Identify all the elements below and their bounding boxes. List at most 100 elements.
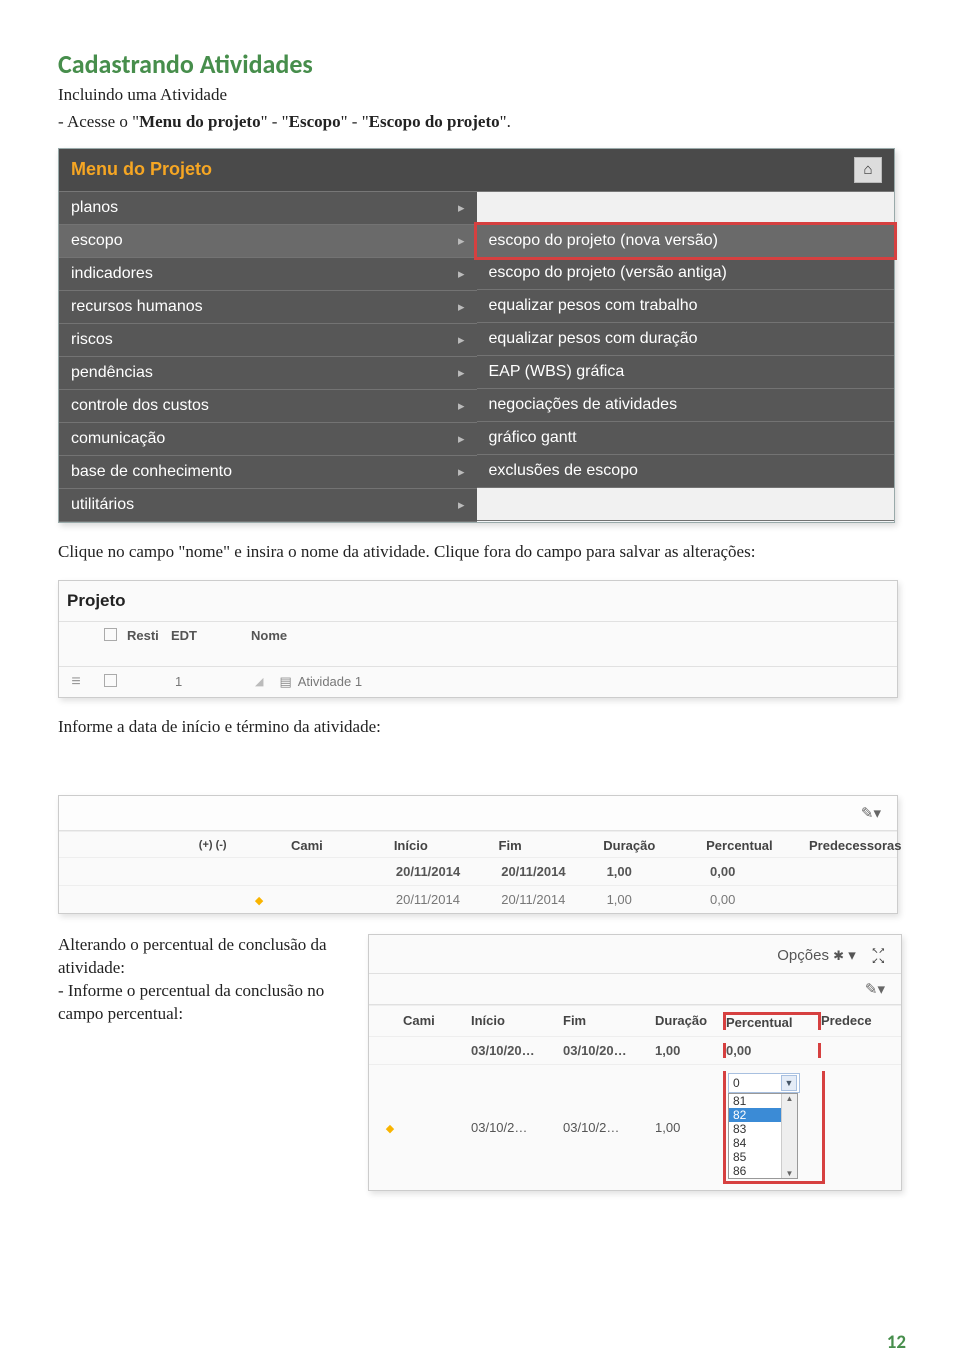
label: pendências [71, 364, 153, 382]
percent-shot: Opções ✱ ▾ ↖↗↙↘ ✎▾ Cami Início Fim Duraç… [368, 934, 902, 1191]
label: Opções [777, 947, 829, 964]
edit-dropdown-icon[interactable]: ✎▾ [865, 980, 885, 998]
pct-row[interactable]: ◆ 03/10/2… 03/10/2… 1,00 0 ▼ 81 82 83 84 [369, 1064, 901, 1190]
projeto-table-shot: Projeto Resti EDT Nome ≡ 1 ◢ ▤ Atividade… [58, 580, 898, 698]
fullscreen-icon[interactable]: ↖↗↙↘ [872, 945, 885, 965]
v: 20/11/2014 [376, 864, 481, 879]
t: Escopo do projeto [369, 112, 500, 131]
menu-item[interactable]: pendências ▸ [59, 357, 477, 390]
chevron-right-icon: ▸ [458, 299, 465, 315]
diamond-icon: ◆ [386, 1123, 394, 1135]
date-row[interactable]: ◆ 20/11/2014 20/11/2014 1,00 0,00 [59, 885, 897, 913]
col-percentual: Percentual [686, 838, 789, 853]
chevron-down-icon[interactable]: ▼ [781, 1075, 797, 1091]
date-table-shot: ✎▾ (+) (-) Cami Início Fim Duração Perce… [58, 795, 898, 914]
c: Cami [403, 1013, 471, 1028]
v[interactable]: 03/10/2… [563, 1120, 655, 1135]
label: escopo do projeto (versão antiga) [489, 264, 727, 282]
v[interactable]: 1,00 [587, 892, 690, 907]
chevron-right-icon: ▸ [458, 398, 465, 414]
submenu-item[interactable]: negociações de atividades [477, 389, 895, 422]
c: Fim [563, 1013, 655, 1028]
diamond-icon: ◆ [255, 895, 263, 907]
drag-handle-icon[interactable]: ≡ [59, 673, 93, 691]
label: equalizar pesos com duração [489, 330, 698, 348]
t: " - " [341, 112, 369, 131]
percentual-listbox[interactable]: 81 82 83 84 85 86 ▲▼ [728, 1093, 798, 1179]
v: 03/10/20… [471, 1043, 563, 1058]
scrollbar[interactable]: ▲▼ [781, 1094, 797, 1178]
chevron-right-icon: ▸ [458, 464, 465, 480]
submenu-item-highlighted[interactable]: escopo do projeto (nova versão) [474, 222, 898, 260]
l: Alterando o percentual de conclusão da a… [58, 934, 348, 980]
table-row[interactable]: ≡ 1 ◢ ▤ Atividade 1 [59, 666, 897, 697]
submenu-item[interactable]: equalizar pesos com duração [477, 323, 895, 356]
label: EAP (WBS) gráfica [489, 363, 625, 381]
label: escopo do projeto (nova versão) [489, 232, 718, 250]
v[interactable]: 1,00 [655, 1120, 723, 1135]
label: base de conhecimento [71, 463, 232, 481]
c: Predece [821, 1013, 889, 1028]
menu-item[interactable]: comunicação▸ [59, 423, 477, 456]
v[interactable]: 20/11/2014 [376, 892, 481, 907]
menu-item[interactable]: indicadores▸ [59, 258, 477, 291]
chevron-right-icon: ▸ [458, 365, 465, 381]
menu-item[interactable]: controle dos custos ▸ [59, 390, 477, 423]
paragraph-1: Clique no campo "nome" e insira o nome d… [58, 541, 902, 564]
chevron-right-icon: ▸ [458, 497, 465, 513]
label: controle dos custos [71, 397, 209, 415]
col-cami: Cami [271, 838, 374, 853]
l: - Informe o percentual da conclusão no c… [58, 980, 348, 1026]
menu-item[interactable]: utilitários ▸ [59, 489, 477, 522]
submenu-item[interactable]: escopo do projeto (versão antiga) [477, 257, 895, 290]
col-fim: Fim [479, 838, 584, 853]
submenu-item[interactable]: gráfico gantt [477, 422, 895, 455]
menu-screenshot: Menu do Projeto ⌂ planos▸ escopo▸ indica… [58, 148, 895, 523]
v[interactable]: 0,00 [690, 892, 793, 907]
edit-dropdown-icon[interactable]: ✎▾ [861, 804, 881, 822]
paragraph-2: Informe a data de início e término da at… [58, 716, 902, 739]
activity-name[interactable]: Atividade 1 [298, 674, 362, 689]
t: Escopo [289, 112, 341, 131]
label: planos [71, 199, 118, 217]
select-value: 0 [733, 1076, 740, 1090]
opcoes-button[interactable]: Opções ✱ ▾ [777, 946, 855, 964]
percentual-select[interactable]: 0 ▼ [728, 1073, 800, 1093]
col-inicio: Início [374, 838, 479, 853]
percentual-cell-highlight: 0,00 [723, 1043, 821, 1058]
label: gráfico gantt [489, 429, 577, 447]
checkbox-icon[interactable] [104, 628, 117, 641]
col-nome: Nome [251, 628, 897, 643]
checkbox-icon[interactable] [104, 674, 117, 687]
v[interactable]: 20/11/2014 [481, 892, 586, 907]
date-header: (+) (-) Cami Início Fim Duração Percentu… [59, 831, 897, 857]
home-icon[interactable]: ⌂ [854, 157, 882, 183]
submenu-item[interactable]: exclusões de escopo [477, 455, 895, 488]
resize-icon[interactable]: ◢ [255, 675, 263, 688]
label: negociações de atividades [489, 396, 678, 414]
gear-icon: ✱ [833, 948, 844, 963]
label: riscos [71, 331, 113, 349]
menu-item[interactable]: escopo▸ [59, 225, 477, 258]
menu-title: Menu do Projeto [71, 159, 212, 180]
label: comunicação [71, 430, 165, 448]
label: equalizar pesos com trabalho [489, 297, 698, 315]
c: Duração [655, 1013, 723, 1028]
chevron-right-icon: ▸ [458, 266, 465, 282]
menu-item[interactable]: planos▸ [59, 192, 477, 225]
pct-header: Cami Início Fim Duração Percentual Prede… [369, 1005, 901, 1036]
menu-item[interactable]: riscos▸ [59, 324, 477, 357]
t: - Acesse o " [58, 112, 139, 131]
label: utilitários [71, 496, 134, 514]
submenu-item[interactable]: equalizar pesos com trabalho [477, 290, 895, 323]
submenu-item[interactable]: EAP (WBS) gráfica [477, 356, 895, 389]
menu-item[interactable]: base de conhecimento ▸ [59, 456, 477, 489]
col-resti: Resti [127, 628, 171, 643]
col-duracao: Duração [583, 838, 686, 853]
v[interactable]: 03/10/2… [471, 1120, 563, 1135]
page-title: Cadastrando Atividades [58, 48, 902, 80]
t: " - " [261, 112, 289, 131]
pct-summary-row: 03/10/20… 03/10/20… 1,00 0,00 [369, 1036, 901, 1064]
document-icon: ▤ [279, 674, 291, 690]
menu-item[interactable]: recursos humanos▸ [59, 291, 477, 324]
